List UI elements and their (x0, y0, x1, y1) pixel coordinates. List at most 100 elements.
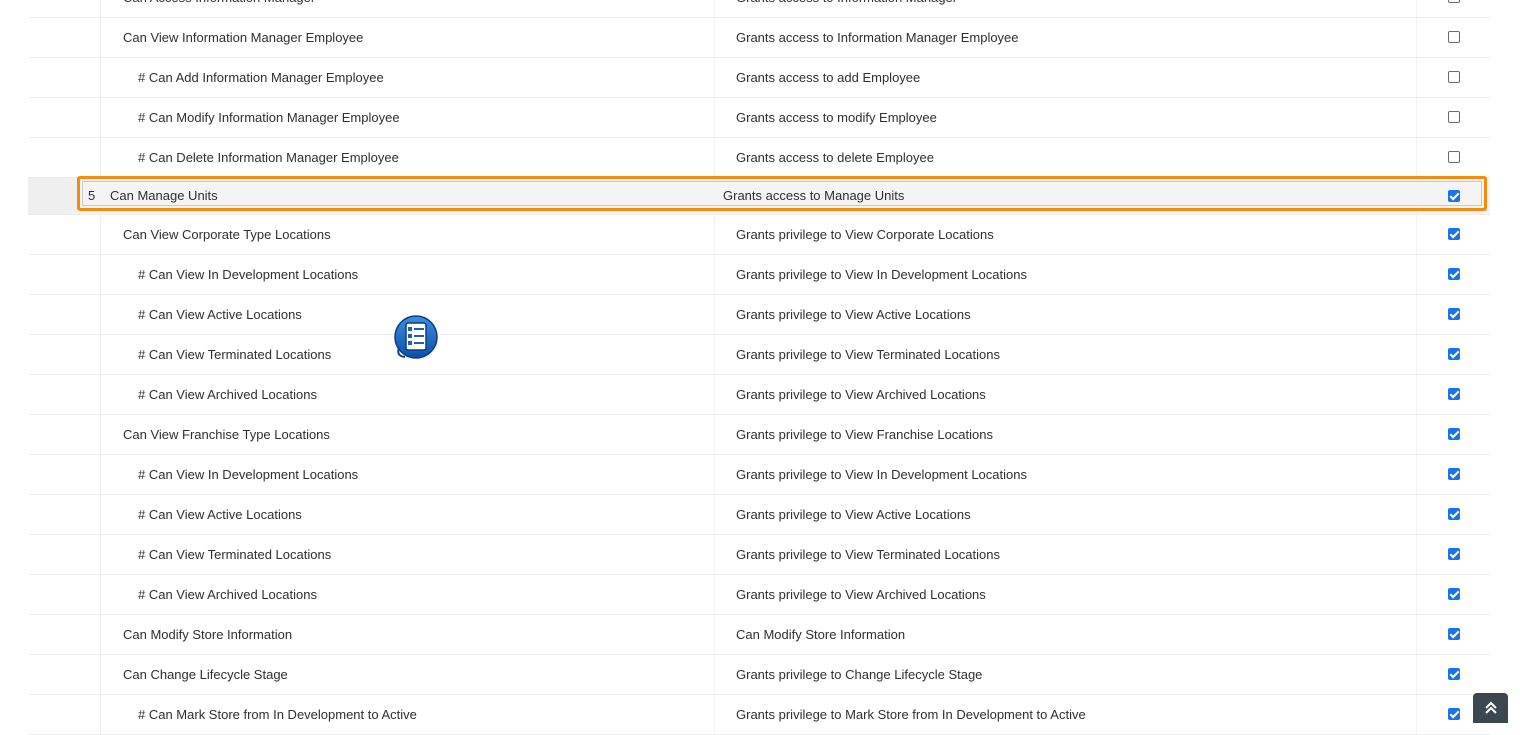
row-index-cell (28, 178, 76, 214)
row-index-cell (28, 695, 100, 734)
permission-row: # Can Mark Store from In Development to … (28, 695, 1490, 735)
permission-name: Can View Corporate Type Locations (123, 227, 331, 242)
double-chevron-up-icon (1484, 701, 1497, 714)
row-index-cell (28, 615, 100, 654)
permission-checkbox[interactable] (1448, 588, 1460, 600)
row-index-cell (28, 575, 100, 614)
permission-row: # Can View Terminated Locations Grants pr… (28, 335, 1490, 375)
permission-name: # Can View In Development Locations (138, 267, 359, 282)
permissions-table: Can Access Information Manager Grants acc… (28, 0, 1490, 735)
permission-description: Grants privilege to View Active Location… (736, 507, 971, 522)
permission-description: Grants privilege to View Archived Locati… (736, 587, 986, 602)
permission-description: Grants privilege to Mark Store from In D… (736, 707, 1086, 722)
permission-name: # Can Modify Information Manager Employe… (138, 110, 400, 125)
permission-name: # Can Delete Information Manager Employe… (138, 150, 399, 165)
permission-description: Grants access to Manage Units (723, 188, 905, 203)
permission-checkbox[interactable] (1448, 308, 1460, 320)
row-index-cell (28, 98, 100, 137)
permission-name: Can View Information Manager Employee (123, 30, 364, 45)
permission-checkbox[interactable] (1448, 348, 1460, 360)
permission-description: Grants privilege to View Terminated Loca… (736, 347, 1000, 362)
permission-row: # Can View In Development Locations Grant… (28, 455, 1490, 495)
group-index: 5 (88, 188, 96, 203)
permission-name: Can View Franchise Type Locations (123, 427, 330, 442)
permission-row: Can Change Lifecycle Stage Grants privile… (28, 655, 1490, 695)
permission-description: Grants access to delete Employee (736, 150, 934, 165)
permission-row: # Can View Active Locations Grants privil… (28, 495, 1490, 535)
permission-row: # Can Modify Information Manager Employe… (28, 98, 1490, 138)
permission-name: # Can Mark Store from In Development to … (138, 707, 417, 722)
permission-checkbox[interactable] (1448, 628, 1460, 640)
permission-row: # Can View Active Locations Grants privil… (28, 295, 1490, 335)
permission-checkbox[interactable] (1448, 31, 1460, 43)
row-index-cell (28, 138, 100, 177)
permission-description: Grants privilege to View Franchise Locat… (736, 427, 993, 442)
permission-description: Grants access to Information Manager Emp… (736, 30, 1019, 45)
permission-row: # Can View Archived Locations Grants priv… (28, 375, 1490, 415)
permission-checkbox[interactable] (1448, 708, 1460, 720)
permission-name: # Can View Terminated Locations (138, 547, 332, 562)
permission-checkbox[interactable] (1448, 151, 1460, 163)
permission-checkbox[interactable] (1448, 71, 1460, 83)
row-index-cell (28, 215, 100, 254)
permission-row: # Can View Terminated Locations Grants pr… (28, 535, 1490, 575)
permission-row: # Can Add Information Manager Employee Gr… (28, 58, 1490, 98)
permission-row: # Can View Archived Locations Grants priv… (28, 575, 1490, 615)
row-index-cell (28, 335, 100, 374)
permission-description: Grants access to Information Manager (736, 0, 957, 17)
row-index-cell (28, 58, 100, 97)
permission-name: # Can View In Development Locations (138, 467, 359, 482)
permission-checkbox[interactable] (1448, 428, 1460, 440)
permission-row: Can View Corporate Type Locations Grants … (28, 215, 1490, 255)
row-index-cell (28, 375, 100, 414)
permission-description: Grants privilege to View Active Location… (736, 307, 971, 322)
permission-description: Grants privilege to View In Development … (736, 267, 1027, 282)
permission-description: Grants access to add Employee (736, 70, 921, 85)
permission-description: Grants privilege to View Corporate Locat… (736, 227, 994, 242)
scroll-to-top-button[interactable] (1473, 693, 1508, 723)
row-index-cell (28, 415, 100, 454)
numbered-list-icon[interactable] (393, 314, 439, 360)
permission-name: # Can View Active Locations (138, 507, 302, 522)
permission-checkbox[interactable] (1448, 190, 1460, 202)
row-index-cell (28, 0, 100, 17)
permission-description: Grants privilege to View Terminated Loca… (736, 547, 1000, 562)
permission-checkbox[interactable] (1448, 268, 1460, 280)
permission-name: Can Access Information Manager (123, 0, 315, 17)
permission-checkbox[interactable] (1448, 111, 1460, 123)
permission-row: # Can Delete Information Manager Employe… (28, 138, 1490, 178)
permission-checkbox[interactable] (1448, 668, 1460, 680)
permission-row: Can Access Information Manager Grants acc… (28, 0, 1490, 18)
permission-checkbox[interactable] (1448, 508, 1460, 520)
permission-name: # Can View Archived Locations (138, 587, 317, 602)
permission-description: Grants privilege to View Archived Locati… (736, 387, 986, 402)
row-index-cell (28, 295, 100, 334)
row-index-cell (28, 18, 100, 57)
row-index-cell (28, 455, 100, 494)
permission-description: Can Modify Store Information (736, 627, 906, 642)
permission-row: Can Modify Store Information Can Modify S… (28, 615, 1490, 655)
permission-description: Grants access to modify Employee (736, 110, 937, 125)
permission-description: Grants privilege to View In Development … (736, 467, 1027, 482)
permission-checkbox[interactable] (1448, 0, 1460, 3)
permission-checkbox[interactable] (1448, 548, 1460, 560)
row-index-cell (28, 495, 100, 534)
permission-checkbox[interactable] (1448, 228, 1460, 240)
row-index-cell (28, 255, 100, 294)
row-index-cell (28, 655, 100, 694)
permission-row: Can View Franchise Type Locations Grants … (28, 415, 1490, 455)
permission-name: # Can Add Information Manager Employee (138, 70, 384, 85)
permission-checkbox[interactable] (1448, 388, 1460, 400)
permission-group-row: 5 Can Manage Units Grants access to Manage… (28, 178, 1490, 215)
row-index-cell (28, 535, 100, 574)
permission-name: # Can View Archived Locations (138, 387, 317, 402)
permission-name: # Can View Active Locations (138, 307, 302, 322)
permission-name: # Can View Terminated Locations (138, 347, 332, 362)
permission-name: Can Change Lifecycle Stage (123, 667, 288, 682)
permission-checkbox[interactable] (1448, 468, 1460, 480)
permission-row: Can View Information Manager Employee Gra… (28, 18, 1490, 58)
permission-name: Can Manage Units (110, 188, 218, 203)
permission-row: # Can View In Development Locations Grant… (28, 255, 1490, 295)
permission-name: Can Modify Store Information (123, 627, 293, 642)
permission-description: Grants privilege to Change Lifecycle Sta… (736, 667, 983, 682)
